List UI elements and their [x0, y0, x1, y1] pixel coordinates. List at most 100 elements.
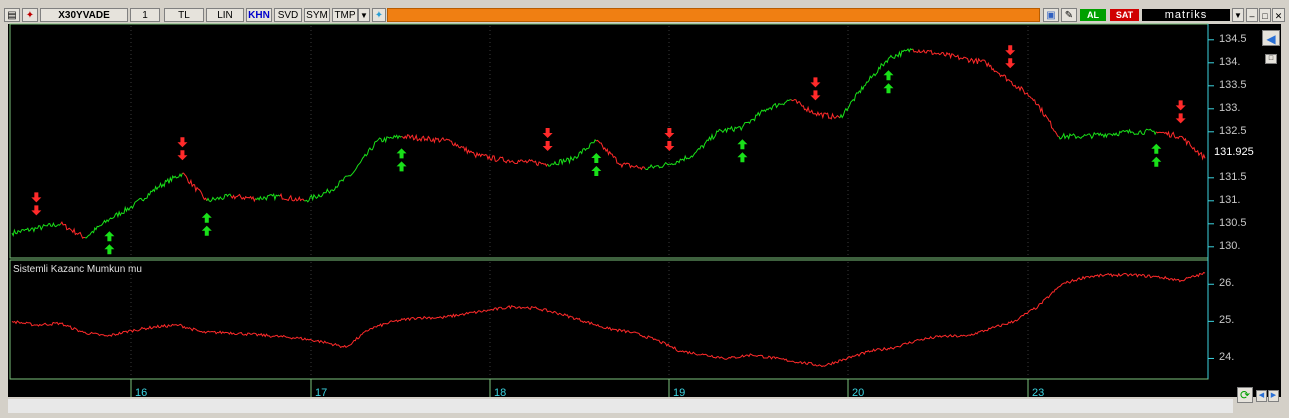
main-series-segment	[158, 173, 183, 189]
indicator-title: Sistemli Kazanc Mumkun mu	[13, 264, 142, 275]
main-y-tick-label: 133.	[1219, 101, 1241, 114]
buy-signal-arrow	[591, 153, 602, 163]
main-series-segment	[620, 162, 646, 171]
sell-signal-arrow	[1005, 45, 1016, 56]
sell-signal-arrow	[810, 77, 821, 88]
sell-signal-arrow	[177, 150, 188, 161]
main-series-segment	[279, 192, 305, 202]
main-series-segment	[523, 158, 549, 168]
main-series-segment	[255, 193, 281, 202]
main-y-tick-label: 134.5	[1219, 32, 1247, 45]
bottom-scrollbar[interactable]: ⟳ ◀ ▶	[0, 387, 1289, 418]
sell-signal-arrow	[664, 141, 675, 151]
main-series-segment	[109, 205, 135, 220]
main-series-segment	[450, 140, 476, 156]
main-series-segment	[839, 85, 865, 119]
refresh-icon[interactable]: ⟳	[1237, 387, 1253, 403]
main-series-segment	[693, 130, 719, 156]
main-series-segment	[11, 226, 37, 238]
main-series-segment	[230, 193, 256, 203]
main-series-segment	[376, 134, 402, 144]
buy-signal-arrow	[104, 244, 115, 255]
x-ticks	[130, 379, 1029, 398]
main-y-tick-label: 131.	[1219, 193, 1241, 206]
sell-signal-arrow	[1175, 100, 1186, 111]
main-series-segment	[912, 48, 938, 56]
buy-signal-arrow	[737, 152, 748, 163]
sell-signal-arrow	[177, 137, 188, 148]
main-series-segment	[717, 125, 743, 134]
main-series-segment	[1058, 132, 1084, 140]
main-series-segment	[133, 185, 159, 206]
lower-y-tick-label: 26.	[1219, 277, 1235, 290]
lower-panel-border	[9, 259, 1209, 380]
sell-signal-arrow	[31, 205, 42, 216]
lower-y-ticks	[1208, 283, 1214, 359]
main-series	[11, 48, 1206, 239]
lower-y-tick-label: 24.	[1219, 351, 1235, 364]
main-series-segment	[766, 99, 792, 111]
main-series-segment	[1010, 80, 1035, 102]
main-series-segment	[1180, 135, 1206, 161]
buy-signal-arrow	[591, 166, 602, 176]
vertical-grid	[130, 26, 1029, 377]
lower-series-line	[11, 271, 1206, 368]
main-series-segment	[401, 133, 427, 143]
main-series-segment	[596, 139, 621, 166]
main-y-tick-label: 130.5	[1219, 216, 1247, 229]
sell-signal-arrow	[810, 90, 821, 101]
main-series-segment	[206, 193, 232, 203]
main-series-segment	[1034, 99, 1059, 137]
panel-menu-icon[interactable]: □	[1265, 54, 1277, 64]
main-series-segment	[328, 172, 354, 194]
sell-signal-arrow	[1175, 113, 1186, 124]
main-series-segment	[888, 48, 914, 59]
main-series-segment	[790, 98, 816, 115]
sell-signal-arrow	[31, 192, 42, 203]
main-series-segment	[1155, 130, 1181, 140]
main-series-segment	[1082, 131, 1109, 140]
main-series-segment	[182, 172, 208, 202]
main-series-segment	[304, 188, 329, 203]
scroll-track[interactable]	[8, 399, 1233, 413]
main-series-segment	[36, 222, 62, 231]
buy-signal-arrow	[737, 139, 748, 150]
buy-signal-arrow	[396, 148, 407, 159]
main-series-segment	[985, 61, 1011, 82]
sell-signal-arrow	[542, 141, 553, 151]
main-series-segment	[814, 111, 841, 120]
main-series-segment	[1107, 128, 1133, 137]
buy-signal-arrow	[1151, 143, 1162, 154]
main-series-segment	[644, 161, 670, 170]
main-y-tick-label: 133.5	[1219, 78, 1247, 91]
buy-signal-arrow	[201, 212, 212, 223]
main-y-tick-label: 130.	[1219, 239, 1241, 252]
main-y-tick-label: 131.5	[1219, 170, 1247, 183]
scroll-right-icon[interactable]: ▶	[1268, 390, 1279, 402]
buy-signal-arrow	[396, 161, 407, 172]
arrow-left-icon[interactable]: ◀	[1262, 30, 1280, 46]
buy-signal-arrow	[104, 231, 115, 242]
sell-signal-arrow	[542, 128, 553, 138]
lower-y-tick-label: 25.	[1219, 314, 1235, 327]
buy-signal-arrow	[883, 83, 894, 94]
main-series-segment	[937, 51, 962, 61]
main-series-segment	[669, 154, 695, 166]
main-y-tick-label: 132.5	[1219, 124, 1247, 137]
main-series-segment	[60, 221, 86, 239]
main-series-segment	[863, 58, 889, 87]
lower-series	[11, 271, 1206, 368]
chart-svg	[9, 23, 1214, 398]
main-series-segment	[425, 135, 451, 144]
buy-signal-arrow	[883, 70, 894, 81]
main-series-segment	[741, 108, 768, 128]
buy-signal-arrow	[1151, 156, 1162, 167]
main-series-segment	[352, 140, 378, 174]
main-series-segment	[961, 56, 987, 65]
buy-signal-arrow	[201, 225, 212, 236]
main-y-ticks	[1208, 39, 1214, 248]
main-series-segment	[474, 151, 500, 162]
main-series-segment	[547, 155, 573, 167]
scroll-left-icon[interactable]: ◀	[1256, 390, 1267, 402]
main-y-tick-label: 134.	[1219, 55, 1241, 68]
